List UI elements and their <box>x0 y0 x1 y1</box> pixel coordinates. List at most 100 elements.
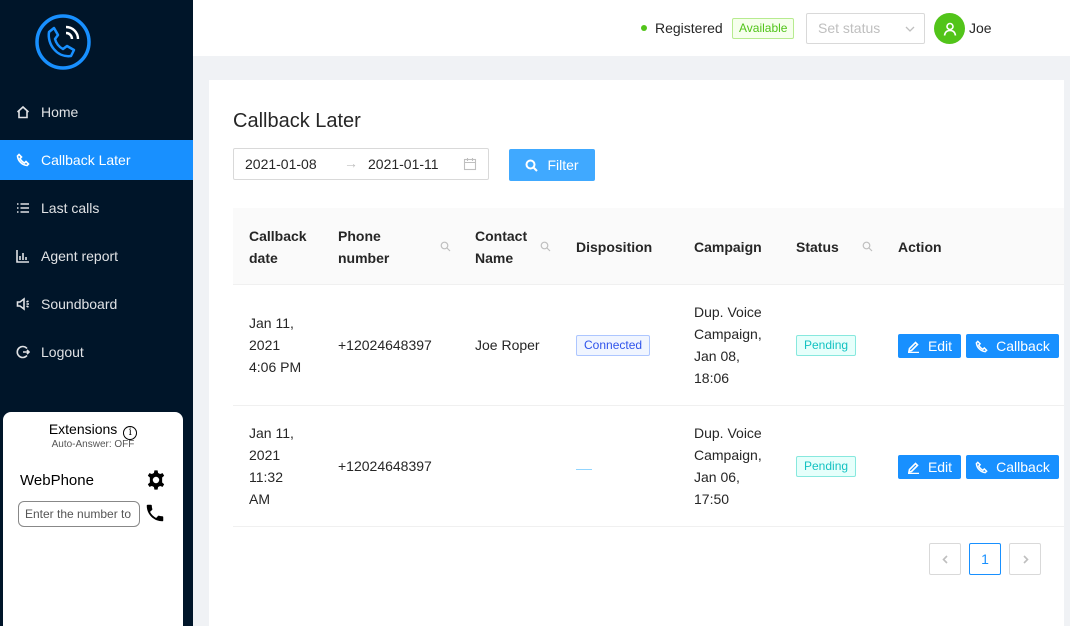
cell-text: 2021 <box>249 337 281 353</box>
webphone-title: WebPhone <box>20 472 94 489</box>
edit-button-label: Edit <box>927 459 953 475</box>
availability-badge: Available <box>732 18 795 39</box>
col-label: number <box>338 249 390 266</box>
cell-callback-date: Jan 11, 2021 11:32 AM <box>249 406 294 526</box>
cell-campaign: Dup. Voice Campaign, Jan 08, 18:06 <box>694 285 762 405</box>
logout-icon <box>16 345 30 359</box>
cell-text: 18:06 <box>694 370 730 386</box>
content-card: Callback Later 2021-01-08 → 2021-01-11 F… <box>209 80 1064 626</box>
date-separator-arrow: → <box>344 155 358 171</box>
col-disposition: Disposition <box>576 238 653 255</box>
phone-icon <box>975 460 988 473</box>
column-search-icon[interactable] <box>440 241 451 252</box>
cell-text: AM <box>249 491 270 507</box>
sidebar-item-last-calls[interactable]: Last calls <box>0 188 193 228</box>
sidebar-item-callback-later[interactable]: Callback Later <box>0 140 193 180</box>
table-row: Jan 11, 2021 4:06 PM +12024648397 Joe Rope… <box>233 285 1064 406</box>
webphone-panel: Extensions i Auto-Answer: OFF WebPhone <box>3 412 183 626</box>
table-row: Jan 11, 2021 11:32 AM +12024648397 Dup. Voi… <box>233 406 1064 527</box>
sidebar-item-logout[interactable]: Logout <box>0 332 193 372</box>
filter-button[interactable]: Filter <box>509 149 595 181</box>
status-badge: Pending <box>796 334 857 356</box>
cell-contact-name: Joe Roper <box>475 337 540 353</box>
status-badge: Pending <box>796 455 857 477</box>
sidebar-item-agent-report[interactable]: Agent report <box>0 236 193 276</box>
date-range-picker[interactable]: 2021-01-08 → 2021-01-11 <box>233 148 489 180</box>
user-icon <box>943 22 956 36</box>
calendar-icon <box>463 158 477 171</box>
cell-text: Jan 06, <box>694 469 740 485</box>
info-icon[interactable]: i <box>123 426 138 440</box>
cell-text: 2021 <box>249 447 281 463</box>
bar-chart-icon <box>16 249 30 263</box>
sidebar-item-home[interactable]: Home <box>0 92 193 132</box>
col-phone-number[interactable]: Phone number <box>338 208 389 285</box>
registration-status: Registered <box>655 20 723 36</box>
list-icon <box>16 201 30 215</box>
cell-disposition <box>576 406 592 526</box>
cell-status: Pending <box>796 285 857 405</box>
cell-text: 17:50 <box>694 491 730 507</box>
table-header: Callback date Phone number Contact Name Dis… <box>233 208 1064 285</box>
callback-table: Callback date Phone number Contact Name Dis… <box>233 208 1064 527</box>
extensions-title: Extensions i <box>3 421 183 440</box>
next-page-button[interactable] <box>1009 543 1041 575</box>
cell-text: Jan 08, <box>694 348 740 364</box>
registered-status-dot <box>641 25 647 31</box>
sidebar-item-label: Agent report <box>41 248 119 264</box>
app-logo-icon <box>35 14 91 70</box>
cell-campaign: Dup. Voice Campaign, Jan 06, 17:50 <box>694 406 762 526</box>
avatar[interactable] <box>934 13 965 44</box>
sidebar-item-soundboard[interactable]: Soundboard <box>0 284 193 324</box>
phone-number-input[interactable] <box>18 501 140 527</box>
page-title: Callback Later <box>233 110 361 132</box>
column-search-icon[interactable] <box>862 241 873 252</box>
col-label: Contact <box>475 227 528 244</box>
sidebar-item-label: Logout <box>41 344 84 360</box>
page-1-button[interactable]: 1 <box>969 543 1001 575</box>
phone-icon <box>975 339 988 352</box>
cell-callback-date: Jan 11, 2021 4:06 PM <box>249 285 301 405</box>
callback-button-label: Callback <box>996 459 1050 475</box>
chevron-left-icon <box>941 554 948 564</box>
edit-button[interactable]: Edit <box>898 334 961 358</box>
cell-text: Campaign, <box>694 447 762 463</box>
cell-phone-number: +12024648397 <box>338 458 432 474</box>
cell-disposition: Connected <box>576 285 651 405</box>
cell-text: Campaign, <box>694 326 762 342</box>
col-status[interactable]: Status <box>796 208 839 285</box>
gear-icon[interactable] <box>145 469 167 491</box>
callback-button[interactable]: Callback <box>966 455 1059 479</box>
sidebar-item-label: Last calls <box>41 200 100 216</box>
extensions-label: Extensions <box>48 421 118 437</box>
chevron-right-icon <box>1022 554 1029 564</box>
edit-button[interactable]: Edit <box>898 455 961 479</box>
call-phone-icon[interactable] <box>144 502 166 524</box>
set-status-select[interactable]: Set status <box>806 13 925 44</box>
date-to[interactable]: 2021-01-11 <box>368 156 439 172</box>
cell-status: Pending <box>796 406 857 526</box>
date-from[interactable]: 2021-01-08 <box>245 156 317 172</box>
edit-button-label: Edit <box>927 338 953 354</box>
sidebar-item-label: Soundboard <box>41 296 118 312</box>
col-label: Name <box>475 249 514 266</box>
cell-text: 11:32 <box>249 469 283 485</box>
column-search-icon[interactable] <box>540 241 551 252</box>
sound-icon <box>16 297 30 311</box>
user-name[interactable]: Joe <box>969 20 992 36</box>
empty-disposition-badge <box>576 468 592 470</box>
cell-text: Dup. Voice <box>694 425 762 441</box>
cell-phone-number: +12024648397 <box>338 337 432 353</box>
col-contact-name[interactable]: Contact Name <box>475 208 527 285</box>
col-campaign: Campaign <box>694 238 762 255</box>
callback-button[interactable]: Callback <box>966 334 1059 358</box>
cell-text: Jan 11, <box>249 315 294 331</box>
prev-page-button[interactable] <box>929 543 961 575</box>
sidebar-item-label: Callback Later <box>41 152 131 168</box>
col-label: Phone <box>338 227 381 244</box>
cell-text: Jan 11, <box>249 425 294 441</box>
home-icon <box>16 105 30 119</box>
phone-icon <box>16 153 30 167</box>
col-callback-date[interactable]: Callback date <box>249 208 307 285</box>
auto-answer-status: Auto-Answer: OFF <box>51 439 135 450</box>
